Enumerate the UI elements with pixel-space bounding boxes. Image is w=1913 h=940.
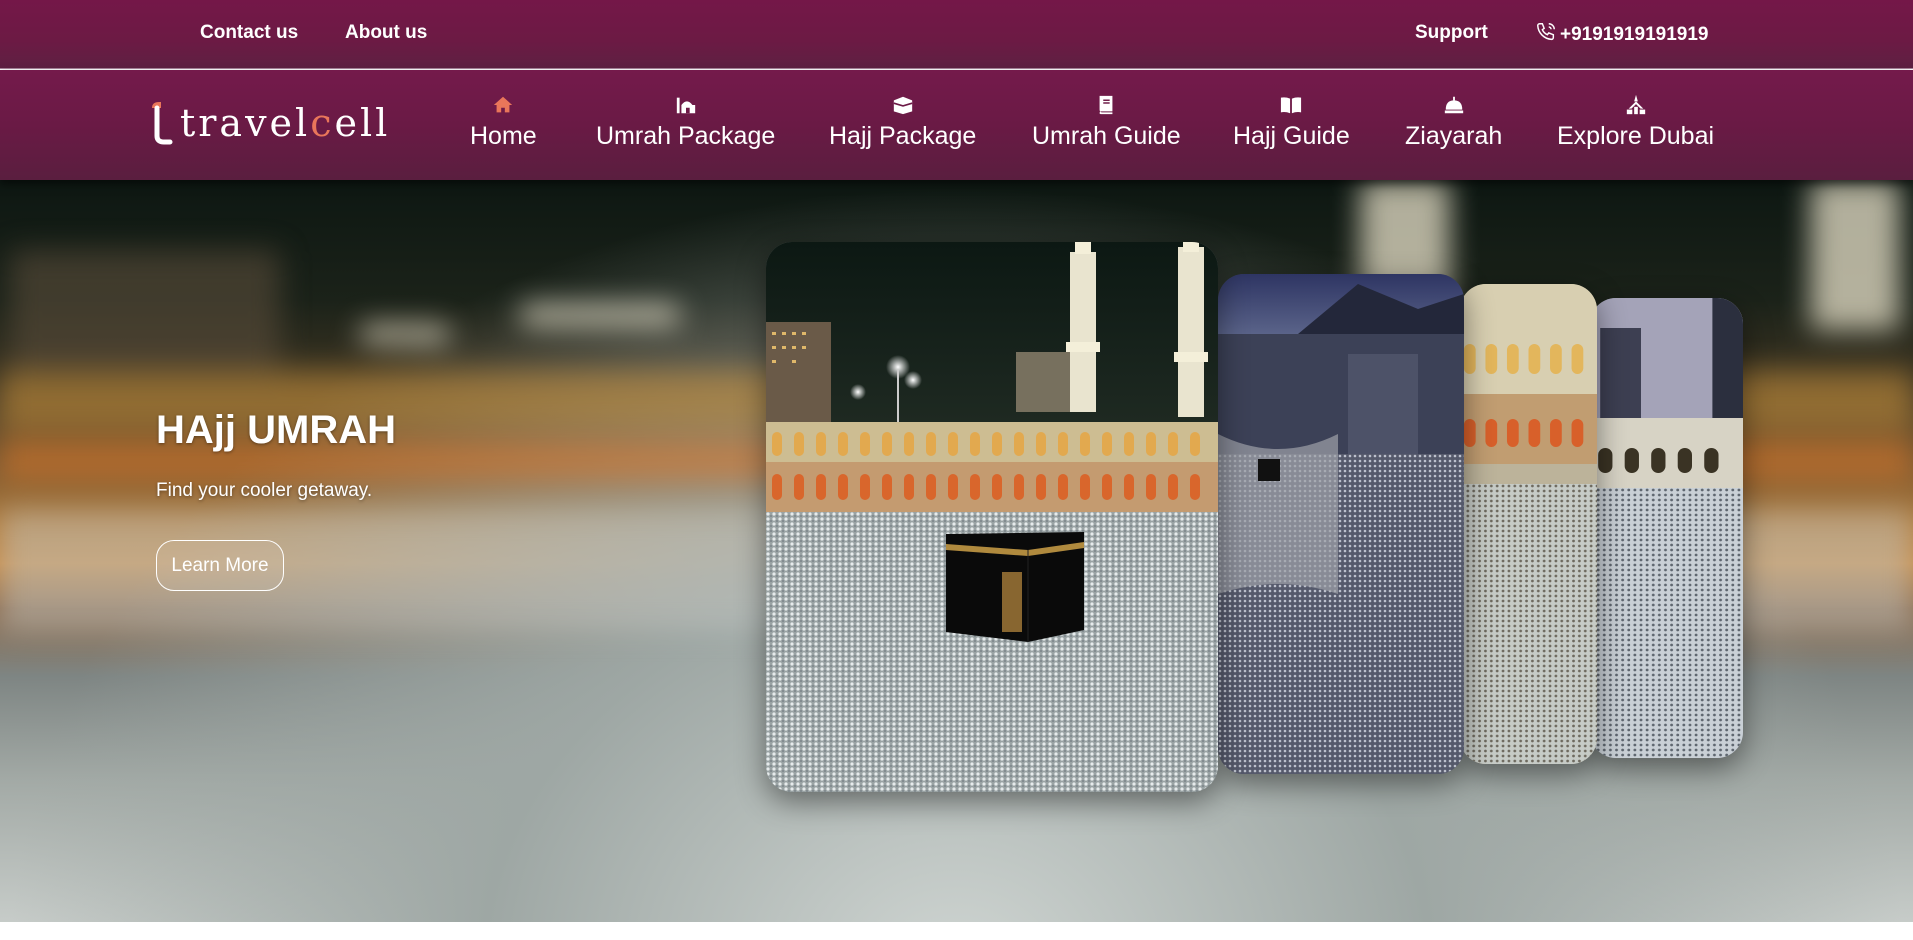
nav-label: Hajj Package <box>829 122 977 150</box>
book-open-icon <box>1279 94 1303 116</box>
nav-label: Umrah Package <box>596 122 776 150</box>
carousel-card-3[interactable] <box>1460 284 1597 764</box>
nav-item-hajj-package[interactable]: Hajj Package <box>829 94 976 151</box>
nav-label: Ziayarah <box>1405 122 1503 150</box>
mosque-icon <box>674 94 698 116</box>
phone-link[interactable]: +9191919191919 <box>1535 21 1708 49</box>
hero-subtitle: Find your cooler getaway. <box>156 480 373 501</box>
contact-us-link[interactable]: Contact us <box>200 22 298 44</box>
nav-label: Home <box>470 122 537 150</box>
carousel-card-1-active[interactable] <box>766 242 1218 792</box>
nav-label: Umrah Guide <box>1032 122 1181 150</box>
nav-item-hajj-guide[interactable]: Hajj Guide <box>1233 94 1350 151</box>
nav-item-home[interactable]: Home <box>470 94 537 151</box>
top-utility-bar: Contact us About us Support +91919191919… <box>0 0 1913 69</box>
nav-label: Hajj Guide <box>1233 122 1350 150</box>
about-us-link[interactable]: About us <box>345 22 427 44</box>
hero-bg-minaret <box>1810 180 1900 330</box>
nav-item-explore-dubai[interactable]: Explore Dubai <box>1557 94 1714 151</box>
book-icon <box>1094 94 1118 116</box>
nav-label: Explore Dubai <box>1557 122 1715 150</box>
phone-number: +9191919191919 <box>1560 24 1709 45</box>
hero-title: HAjj UMRAH <box>156 408 396 452</box>
haram-arcade-image <box>1460 284 1597 764</box>
nav-menu: Home Umrah Package Hajj Package Umrah Gu… <box>0 70 1913 180</box>
nav-item-umrah-package[interactable]: Umrah Package <box>596 94 775 151</box>
landmark-icon <box>1624 94 1648 116</box>
phone-icon <box>1535 21 1557 49</box>
hero-bg-building <box>10 250 280 370</box>
support-link[interactable]: Support <box>1415 22 1488 44</box>
learn-more-button[interactable]: Learn More <box>156 540 284 591</box>
hero-bottom-edge <box>0 922 1913 932</box>
main-navbar: travelcell Home Umrah Package Hajj Packa… <box>0 70 1913 180</box>
carousel-card-2[interactable] <box>1218 274 1464 774</box>
hero-bg-light <box>360 325 450 343</box>
mosque-crowd-image <box>1590 298 1743 758</box>
dome-icon <box>1442 94 1466 116</box>
nav-item-umrah-guide[interactable]: Umrah Guide <box>1032 94 1181 151</box>
kaaba-image <box>766 242 1218 792</box>
nav-item-ziayarah[interactable]: Ziayarah <box>1405 94 1502 151</box>
home-icon <box>491 94 515 116</box>
aerial-haram-image <box>1218 274 1464 774</box>
carousel-card-4[interactable] <box>1590 298 1743 758</box>
kaaba-icon <box>891 94 915 116</box>
hero-bg-light <box>520 305 680 325</box>
hero-banner: HAjj UMRAH Find your cooler getaway. Lea… <box>0 180 1913 932</box>
